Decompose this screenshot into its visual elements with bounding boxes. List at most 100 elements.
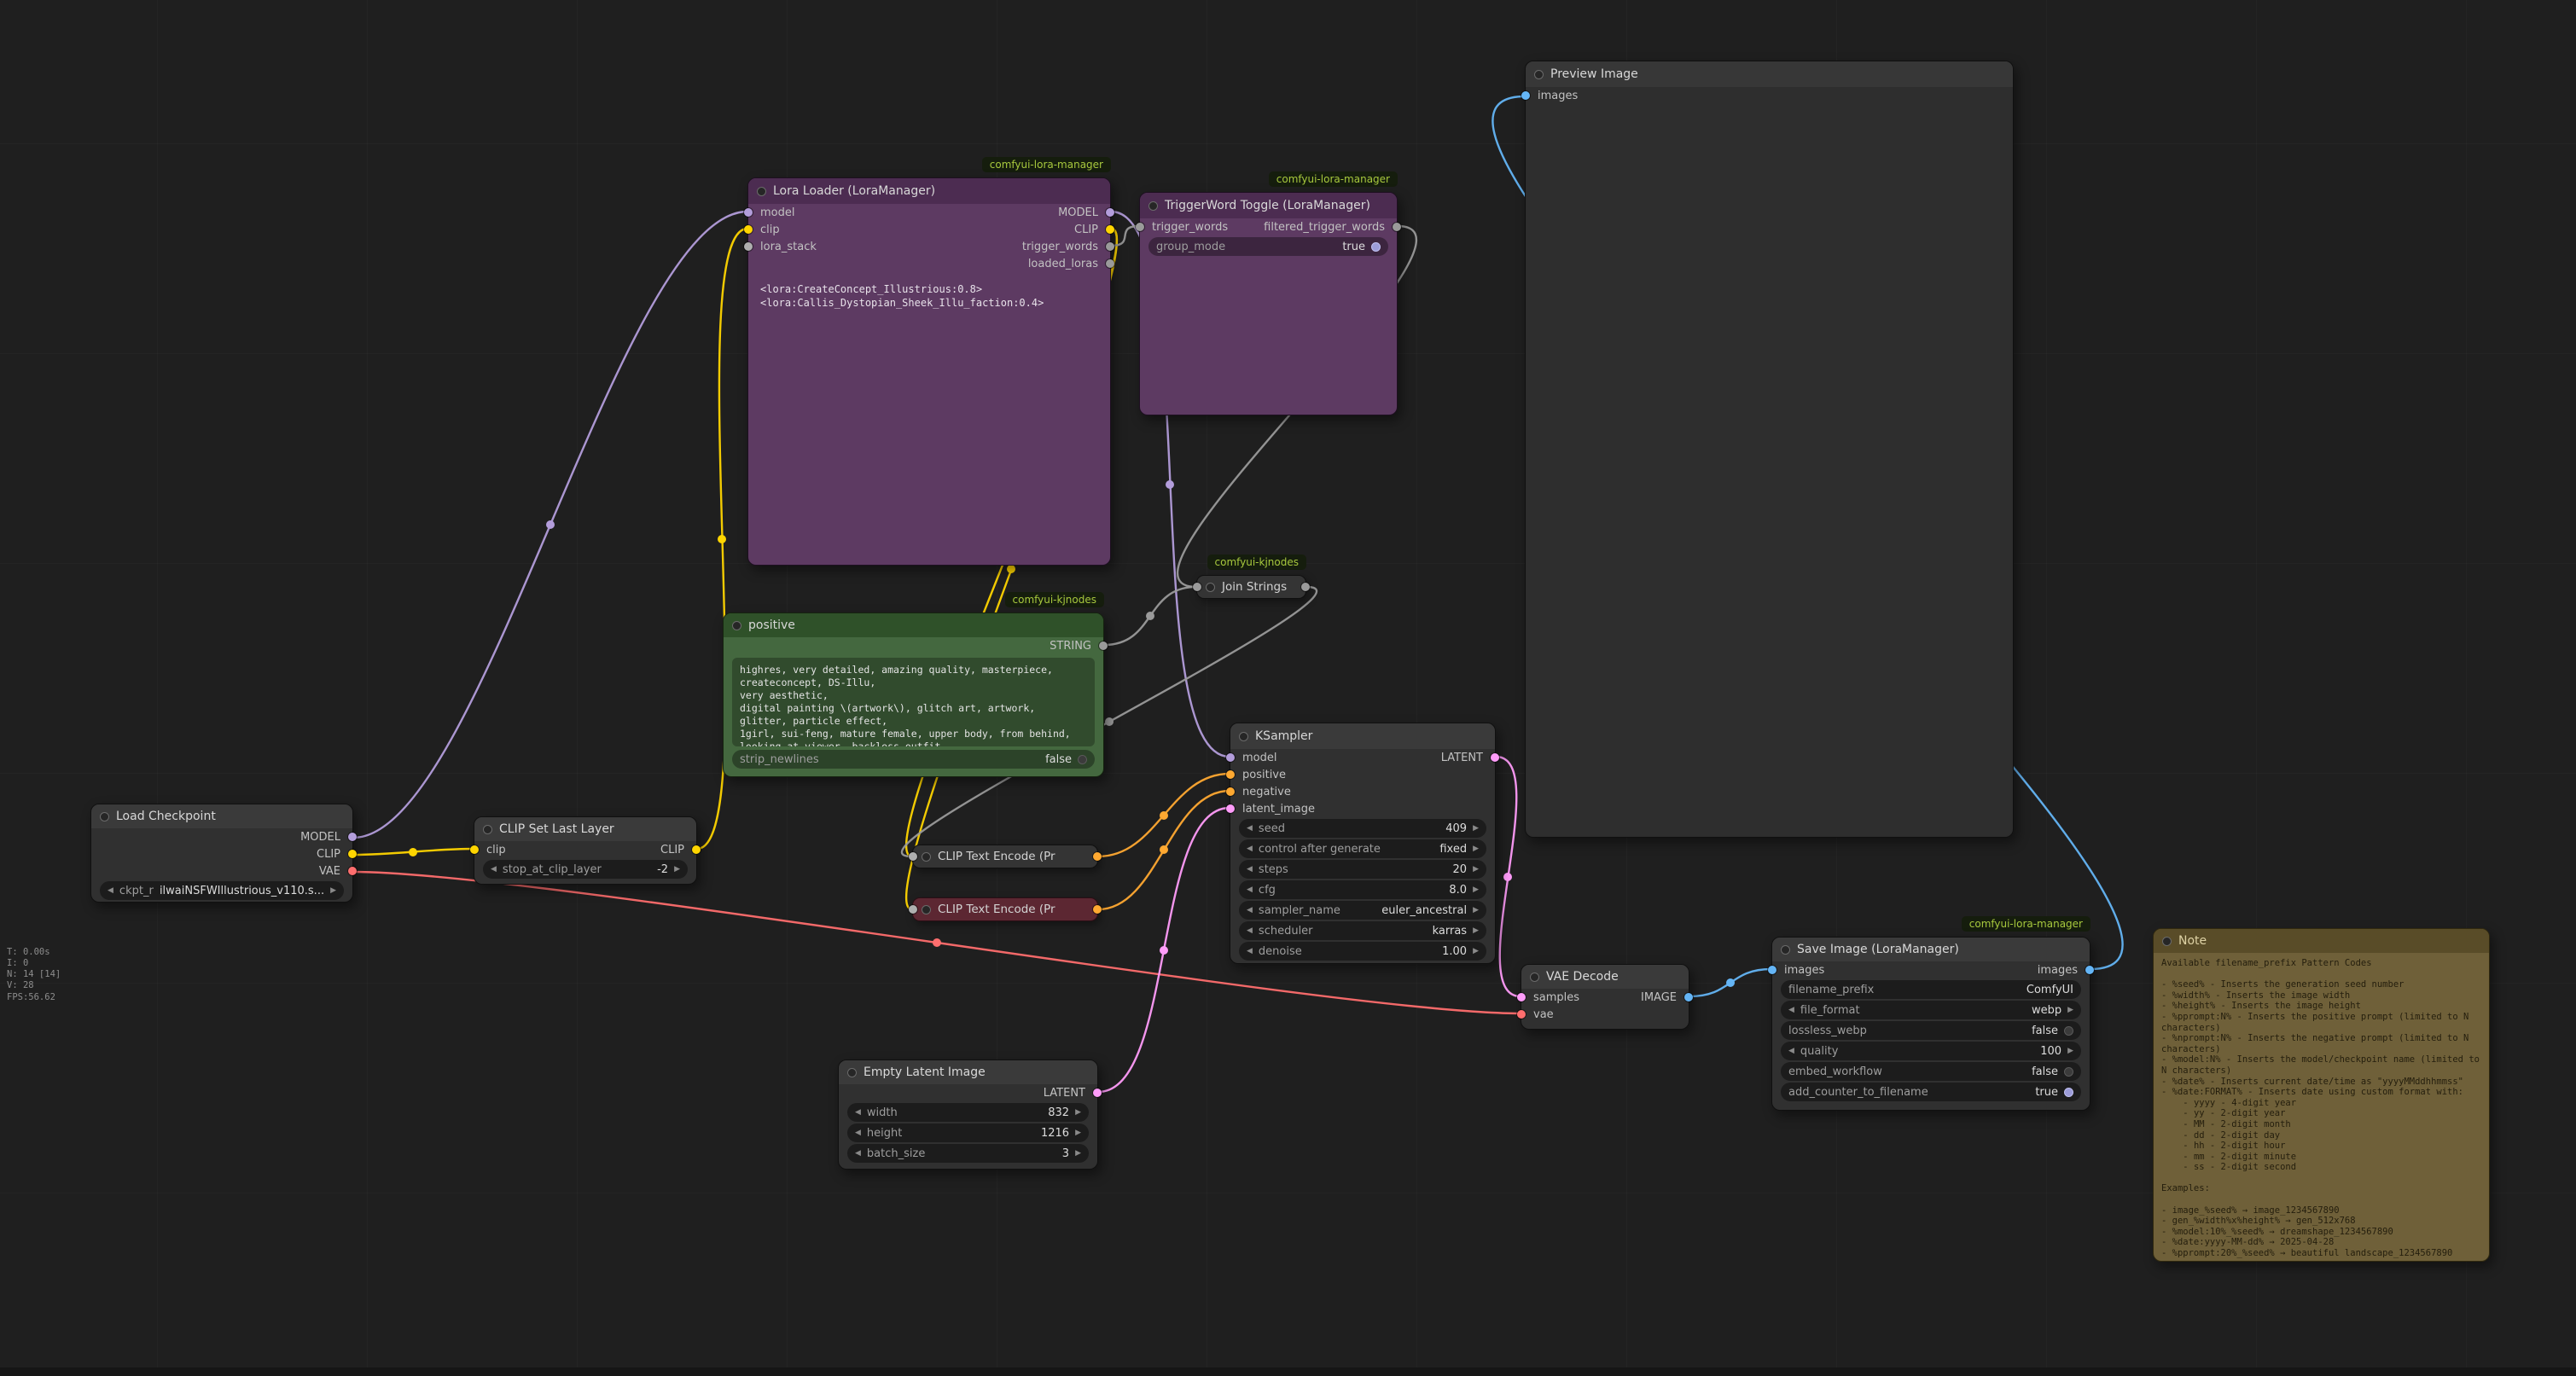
decrement-arrow-icon[interactable]: ◀ [1247, 866, 1253, 874]
node-triggerword-toggle[interactable]: TriggerWord Toggle (LoraManager) trigger… [1139, 192, 1398, 415]
widget-filename-prefix[interactable]: filename_prefix ComfyUI [1781, 980, 2081, 999]
collapse-toggle-icon[interactable] [922, 852, 931, 862]
output-slot-vae[interactable] [348, 867, 357, 875]
node-title-bar[interactable]: CLIP Set Last Layer [474, 817, 696, 841]
output-slot-collapsed[interactable] [1093, 852, 1102, 861]
output-slot-filtered-trigger-words[interactable] [1393, 223, 1401, 231]
decrement-arrow-icon[interactable]: ◀ [108, 887, 113, 895]
node-title-bar[interactable]: Preview Image [1526, 61, 2013, 87]
increment-arrow-icon[interactable]: ▶ [2067, 1048, 2073, 1055]
collapse-toggle-icon[interactable] [1530, 972, 1539, 982]
input-slot-model[interactable] [1226, 753, 1235, 762]
widget-stop-at-clip-layer[interactable]: ◀ stop_at_clip_layer -2 ▶ [483, 860, 688, 879]
increment-arrow-icon[interactable]: ▶ [1075, 1109, 1081, 1117]
widget-scheduler[interactable]: ◀ scheduler karras ▶ [1239, 921, 1486, 940]
node-vae-decode[interactable]: VAE Decode samples IMAGE vae [1521, 964, 1689, 1030]
input-slot-collapsed[interactable] [909, 905, 917, 914]
node-preview-image[interactable]: Preview Image images [1525, 61, 2014, 838]
toggle-dot-icon[interactable] [2064, 1026, 2073, 1036]
collapse-toggle-icon[interactable] [2162, 937, 2172, 946]
prompt-textarea[interactable]: highres, very detailed, amazing quality,… [732, 658, 1095, 746]
node-clip-text-encode-negative[interactable]: CLIP Text Encode (Pr [912, 897, 1098, 921]
collapse-toggle-icon[interactable] [847, 1068, 857, 1077]
node-title-bar[interactable]: Note [2154, 929, 2489, 953]
widget-control-after-generate[interactable]: ◀ control after generate fixed ▶ [1239, 839, 1486, 858]
collapse-toggle-icon[interactable] [1534, 70, 1544, 79]
output-slot-loaded-loras[interactable] [1106, 259, 1114, 268]
decrement-arrow-icon[interactable]: ◀ [855, 1150, 861, 1158]
node-clip-set-last-layer[interactable]: CLIP Set Last Layer clip CLIP ◀ stop_at_… [474, 816, 697, 885]
output-slot-collapsed[interactable] [1301, 583, 1310, 591]
widget-ckpt-name[interactable]: ◀ ckpt_name ilwaiNSFWIllustrious_v110.s.… [100, 881, 344, 900]
input-slot-samples[interactable] [1517, 993, 1526, 1002]
decrement-arrow-icon[interactable]: ◀ [1788, 1048, 1794, 1055]
increment-arrow-icon[interactable]: ▶ [1075, 1129, 1081, 1137]
collapse-toggle-icon[interactable] [922, 905, 931, 914]
widget-cfg[interactable]: ◀ cfg 8.0 ▶ [1239, 880, 1486, 899]
toggle-dot-icon[interactable] [1078, 755, 1087, 764]
collapse-toggle-icon[interactable] [1781, 945, 1790, 955]
widget-group-mode[interactable]: group_mode true [1148, 237, 1388, 256]
increment-arrow-icon[interactable]: ▶ [1473, 845, 1479, 853]
input-slot-positive[interactable] [1226, 770, 1235, 779]
widget-steps[interactable]: ◀ steps 20 ▶ [1239, 860, 1486, 879]
decrement-arrow-icon[interactable]: ◀ [1247, 907, 1253, 914]
increment-arrow-icon[interactable]: ▶ [1473, 927, 1479, 935]
decrement-arrow-icon[interactable]: ◀ [1788, 1007, 1794, 1014]
input-slot-clip[interactable] [744, 225, 753, 234]
node-note[interactable]: Note Available filename_prefix Pattern C… [2153, 928, 2490, 1262]
increment-arrow-icon[interactable]: ▶ [1075, 1150, 1081, 1158]
collapse-toggle-icon[interactable] [1239, 732, 1248, 741]
node-title-bar[interactable]: Save Image (LoraManager) [1772, 938, 2090, 961]
widget-strip-newlines[interactable]: strip_newlines false [732, 750, 1095, 769]
collapse-toggle-icon[interactable] [1148, 201, 1158, 211]
increment-arrow-icon[interactable]: ▶ [1473, 825, 1479, 833]
input-slot-collapsed[interactable] [1193, 583, 1201, 591]
node-save-image[interactable]: Save Image (LoraManager) images images f… [1771, 937, 2090, 1111]
node-title-bar[interactable]: KSampler [1230, 723, 1495, 749]
collapse-toggle-icon[interactable] [483, 825, 492, 834]
output-slot-collapsed[interactable] [1093, 905, 1102, 914]
output-slot-string[interactable] [1099, 642, 1108, 650]
node-title-bar[interactable]: Empty Latent Image [839, 1060, 1097, 1084]
input-slot-negative[interactable] [1226, 787, 1235, 796]
collapse-toggle-icon[interactable] [1206, 583, 1215, 592]
increment-arrow-icon[interactable]: ▶ [674, 866, 680, 874]
node-load-checkpoint[interactable]: Load Checkpoint MODEL CLIP VAE ◀ ckpt_na… [90, 804, 353, 903]
decrement-arrow-icon[interactable]: ◀ [1247, 927, 1253, 935]
input-slot-latent-image[interactable] [1226, 804, 1235, 813]
decrement-arrow-icon[interactable]: ◀ [491, 866, 497, 874]
node-lora-loader[interactable]: Lora Loader (LoraManager) model MODEL cl… [747, 177, 1111, 566]
output-slot-image[interactable] [1684, 993, 1693, 1002]
widget-add-counter-to-filename[interactable]: add_counter_to_filename true [1781, 1083, 2081, 1101]
widget-file-format[interactable]: ◀ file_format webp ▶ [1781, 1001, 2081, 1019]
node-title-bar[interactable]: Load Checkpoint [91, 804, 352, 828]
widget-height[interactable]: ◀ height 1216 ▶ [847, 1123, 1089, 1142]
decrement-arrow-icon[interactable]: ◀ [855, 1109, 861, 1117]
node-join-strings[interactable]: Join Strings [1196, 575, 1306, 599]
node-title-bar[interactable]: TriggerWord Toggle (LoraManager) [1140, 193, 1397, 218]
input-slot-images[interactable] [1768, 966, 1776, 974]
increment-arrow-icon[interactable]: ▶ [1473, 866, 1479, 874]
output-slot-clip[interactable] [1106, 225, 1114, 234]
output-slot-latent[interactable] [1093, 1089, 1102, 1097]
node-positive-prompt[interactable]: positive STRING highres, very detailed, … [723, 613, 1104, 777]
input-slot-images[interactable] [1521, 91, 1530, 100]
output-slot-latent[interactable] [1491, 753, 1499, 762]
node-ksampler[interactable]: KSampler model LATENT positive negative … [1230, 723, 1496, 964]
input-slot-vae[interactable] [1517, 1010, 1526, 1019]
input-slot-model[interactable] [744, 208, 753, 217]
increment-arrow-icon[interactable]: ▶ [1473, 948, 1479, 955]
lora-syntax-text[interactable]: <lora:CreateConcept_Illustrious:0.8> <lo… [760, 282, 1098, 310]
output-slot-clip[interactable] [692, 845, 701, 854]
decrement-arrow-icon[interactable]: ◀ [855, 1129, 861, 1137]
decrement-arrow-icon[interactable]: ◀ [1247, 845, 1253, 853]
note-text[interactable]: Available filename_prefix Pattern Codes … [2161, 958, 2481, 1258]
output-slot-trigger-words[interactable] [1106, 242, 1114, 251]
widget-sampler-name[interactable]: ◀ sampler_name euler_ancestral ▶ [1239, 901, 1486, 920]
increment-arrow-icon[interactable]: ▶ [330, 887, 336, 895]
node-title-bar[interactable]: VAE Decode [1521, 965, 1689, 989]
widget-batch-size[interactable]: ◀ batch_size 3 ▶ [847, 1144, 1089, 1163]
decrement-arrow-icon[interactable]: ◀ [1247, 825, 1253, 833]
output-slot-clip[interactable] [348, 850, 357, 858]
